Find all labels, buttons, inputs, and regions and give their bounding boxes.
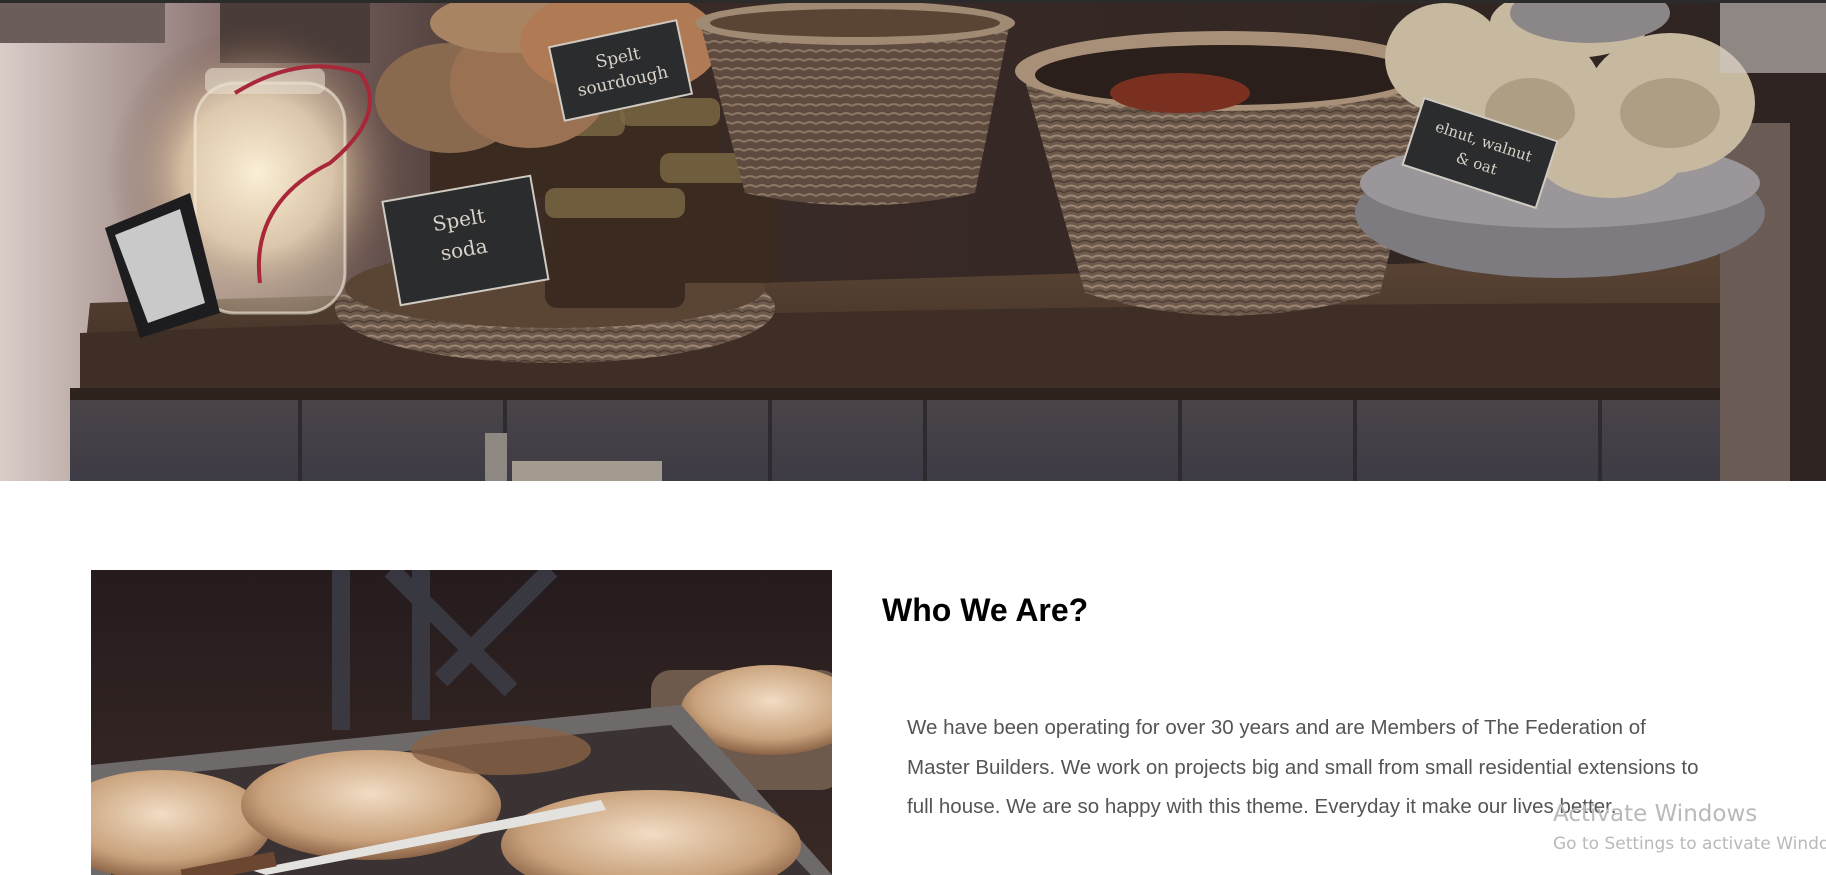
about-image (91, 570, 832, 875)
bakery-table-illustration: Spelt sourdough Spelt soda elnut, walnut… (0, 3, 1826, 481)
page: Spelt sourdough Spelt soda elnut, walnut… (0, 0, 1826, 875)
about-description: We have been operating for over 30 years… (907, 716, 1699, 818)
hero-banner-image: Spelt sourdough Spelt soda elnut, walnut… (0, 0, 1826, 481)
about-title: Who We Are? (882, 592, 1089, 628)
watermark-subtitle: Go to Settings to activate Windows. (1553, 834, 1826, 854)
bread-tray-illustration (91, 570, 832, 875)
